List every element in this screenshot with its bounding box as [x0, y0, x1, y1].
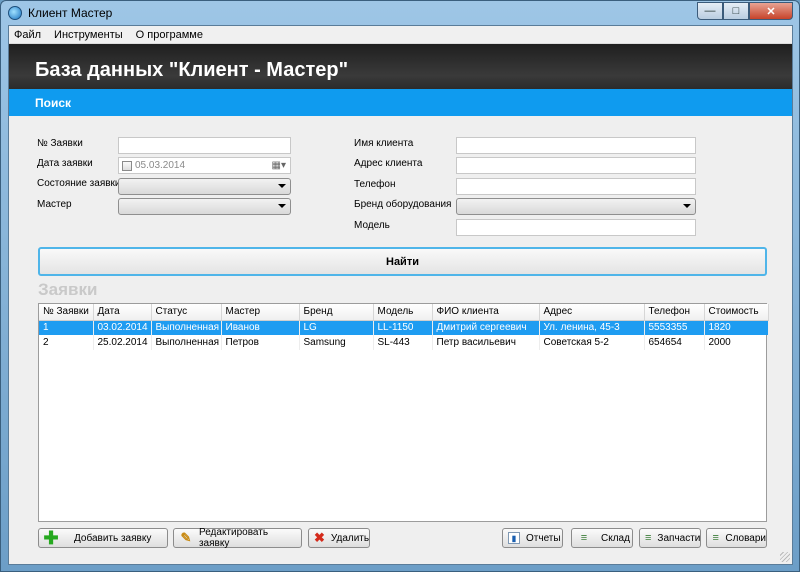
maximize-button[interactable]: □: [723, 2, 749, 20]
table-cell: 25.02.2014: [93, 335, 152, 350]
column-header-phone[interactable]: Телефон: [644, 304, 705, 321]
column-header-brand[interactable]: Бренд: [299, 304, 374, 321]
table-cell: Петр васильевич: [432, 335, 540, 350]
phone-input[interactable]: [456, 178, 696, 195]
menu-file[interactable]: Файл: [14, 29, 41, 41]
dictionaries-button[interactable]: ≡ Словари: [706, 528, 767, 548]
edit-order-label: Редактировать заявку: [198, 527, 269, 549]
client-area: Файл Инструменты О программе База данных…: [8, 25, 793, 565]
column-header-status[interactable]: Статус: [151, 304, 222, 321]
menu-about[interactable]: О программе: [136, 29, 203, 41]
order-status-label: Состояние заявки: [37, 178, 121, 189]
window-title: Клиент Мастер: [28, 6, 113, 20]
table-cell: Петров: [221, 335, 300, 350]
resize-grip[interactable]: [780, 552, 790, 562]
table-cell: Samsung: [299, 335, 374, 350]
delete-button[interactable]: ✖ Удалить: [308, 528, 370, 548]
chart-icon: ▮: [508, 532, 520, 544]
table-cell: 1820: [704, 320, 769, 335]
order-date-label: Дата заявки: [37, 158, 93, 169]
table-cell: Иванов: [221, 320, 300, 335]
dictionaries-label: Словари: [725, 532, 766, 544]
delete-cross-icon: ✖: [314, 530, 325, 545]
column-header-number[interactable]: № Заявки: [39, 304, 94, 321]
order-date-value: 05.03.2014: [135, 160, 186, 171]
menu-bar: Файл Инструменты О программе: [9, 26, 792, 44]
table-header-row: № Заявки Дата Статус Мастер Бренд Модель…: [39, 304, 769, 321]
client-name-label: Имя клиента: [354, 138, 414, 149]
master-label: Мастер: [37, 199, 72, 210]
master-select[interactable]: [118, 198, 291, 215]
table-cell: 654654: [644, 335, 705, 350]
page-title: База данных "Клиент - Мастер": [9, 44, 792, 89]
find-button[interactable]: Найти: [38, 247, 767, 276]
order-date-checkbox[interactable]: [122, 161, 132, 171]
table-cell: Выполненная: [151, 320, 222, 335]
model-label: Модель: [354, 220, 390, 231]
warehouse-label: Склад: [601, 532, 630, 544]
client-name-input[interactable]: [456, 137, 696, 154]
delete-label: Удалить: [330, 532, 370, 544]
model-input[interactable]: [456, 219, 696, 236]
brand-label: Бренд оборудования: [354, 199, 452, 210]
column-header-model[interactable]: Модель: [373, 304, 433, 321]
column-header-address[interactable]: Адрес: [539, 304, 645, 321]
client-address-label: Адрес клиента: [354, 158, 423, 169]
warehouse-button[interactable]: ≡ Склад: [571, 528, 633, 548]
search-section-title: Поиск: [9, 89, 792, 116]
app-icon: [8, 6, 22, 20]
column-header-cost[interactable]: Стоимость: [704, 304, 769, 321]
table-row[interactable]: 2 25.02.2014 Выполненная Петров Samsung …: [39, 335, 769, 350]
stack-icon: ≡: [712, 532, 719, 544]
order-status-select[interactable]: [118, 178, 291, 195]
order-date-picker[interactable]: 05.03.2014 ▦▾: [118, 157, 291, 174]
calendar-dropdown-icon[interactable]: ▦▾: [272, 160, 286, 171]
edit-order-button[interactable]: ✎ Редактировать заявку: [173, 527, 302, 549]
table-cell: 5553355: [644, 320, 705, 335]
table-cell: SL-443: [373, 335, 433, 350]
minimize-button[interactable]: —: [697, 2, 723, 20]
stack-icon: ≡: [645, 532, 652, 544]
phone-label: Телефон: [354, 179, 396, 190]
chevron-down-icon: [278, 184, 286, 188]
column-header-client-name[interactable]: ФИО клиента: [432, 304, 540, 321]
table-cell: Дмитрий сергеевич: [432, 320, 540, 335]
menu-tools[interactable]: Инструменты: [54, 29, 123, 41]
table-cell: Выполненная: [151, 335, 222, 350]
parts-label: Запчасти: [657, 532, 701, 544]
table-cell: Советская 5-2: [539, 335, 645, 350]
client-address-input[interactable]: [456, 157, 696, 174]
window-controls: — □ ✕: [697, 2, 793, 20]
action-bar: ✚ Добавить заявку ✎ Редактировать заявку…: [38, 527, 767, 550]
table-cell: LL-1150: [373, 320, 433, 335]
column-header-master[interactable]: Мастер: [221, 304, 300, 321]
order-number-input[interactable]: [118, 137, 291, 154]
order-number-label: № Заявки: [37, 138, 83, 149]
close-button[interactable]: ✕: [749, 2, 793, 20]
chevron-down-icon: [278, 204, 286, 208]
table-cell: 1: [39, 320, 94, 335]
orders-table: № Заявки Дата Статус Мастер Бренд Модель…: [38, 303, 769, 522]
stack-icon: ≡: [580, 532, 588, 544]
table-cell: Ул. ленина, 45-3: [539, 320, 645, 335]
brand-select[interactable]: [456, 198, 696, 215]
title-bar[interactable]: Клиент Мастер — □ ✕: [1, 1, 799, 25]
app-window: Клиент Мастер — □ ✕ Файл Инструменты О п…: [0, 0, 800, 572]
column-header-date[interactable]: Дата: [93, 304, 152, 321]
reports-label: Отчеты: [526, 532, 561, 544]
reports-button[interactable]: ▮ Отчеты: [502, 528, 563, 548]
search-panel: № Заявки Дата заявки 05.03.2014 ▦▾ Состо…: [32, 118, 772, 240]
orders-section-title: Заявки: [38, 280, 98, 299]
add-order-label: Добавить заявку: [74, 532, 152, 544]
plus-icon: ✚: [43, 527, 59, 548]
table-cell: 03.02.2014: [93, 320, 152, 335]
table-cell: LG: [299, 320, 374, 335]
table-cell: 2: [39, 335, 94, 350]
chevron-down-icon: [683, 204, 691, 208]
add-order-button[interactable]: ✚ Добавить заявку: [38, 528, 168, 548]
parts-button[interactable]: ≡ Запчасти: [639, 528, 701, 548]
table-cell: 2000: [704, 335, 769, 350]
pencil-icon: ✎: [180, 530, 192, 545]
table-row[interactable]: 1 03.02.2014 Выполненная Иванов LG LL-11…: [39, 320, 769, 335]
